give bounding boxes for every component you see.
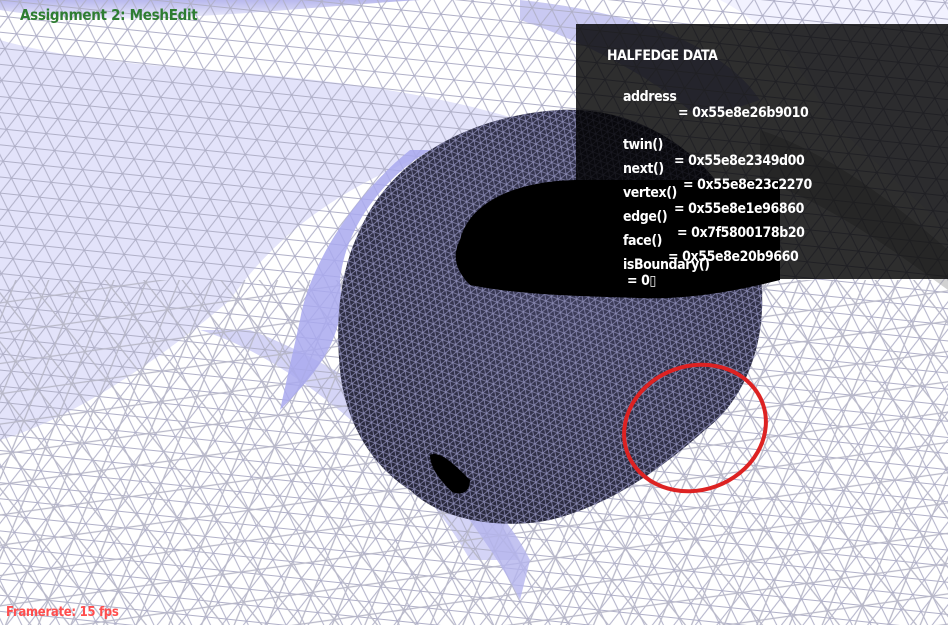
halfedge-edge-value: = 0x7f5800178b20 [677, 225, 805, 241]
halfedge-address-label: address [622, 89, 677, 105]
halfedge-panel-title: HALFEDGE DATA [607, 48, 718, 64]
halfedge-isboundary-label: isBoundary() [622, 257, 710, 273]
halfedge-next-value: = 0x55e8e23c2270 [683, 177, 812, 193]
halfedge-address-value: = 0x55e8e26b9010 [678, 105, 809, 121]
halfedge-isboundary-value: = 0▯ [626, 273, 656, 289]
halfedge-data-panel: HALFEDGE DATA address = 0x55e8e26b9010 t… [576, 24, 948, 289]
framerate-readout: Framerate: 15 fps [6, 605, 119, 620]
halfedge-isboundary-row: isBoundary() = 0▯ [607, 241, 710, 305]
halfedge-vertex-value: = 0x55e8e1e96860 [674, 201, 804, 217]
app-title: Assignment 2: MeshEdit [20, 6, 198, 24]
halfedge-twin-value: = 0x55e8e2349d00 [674, 153, 805, 169]
